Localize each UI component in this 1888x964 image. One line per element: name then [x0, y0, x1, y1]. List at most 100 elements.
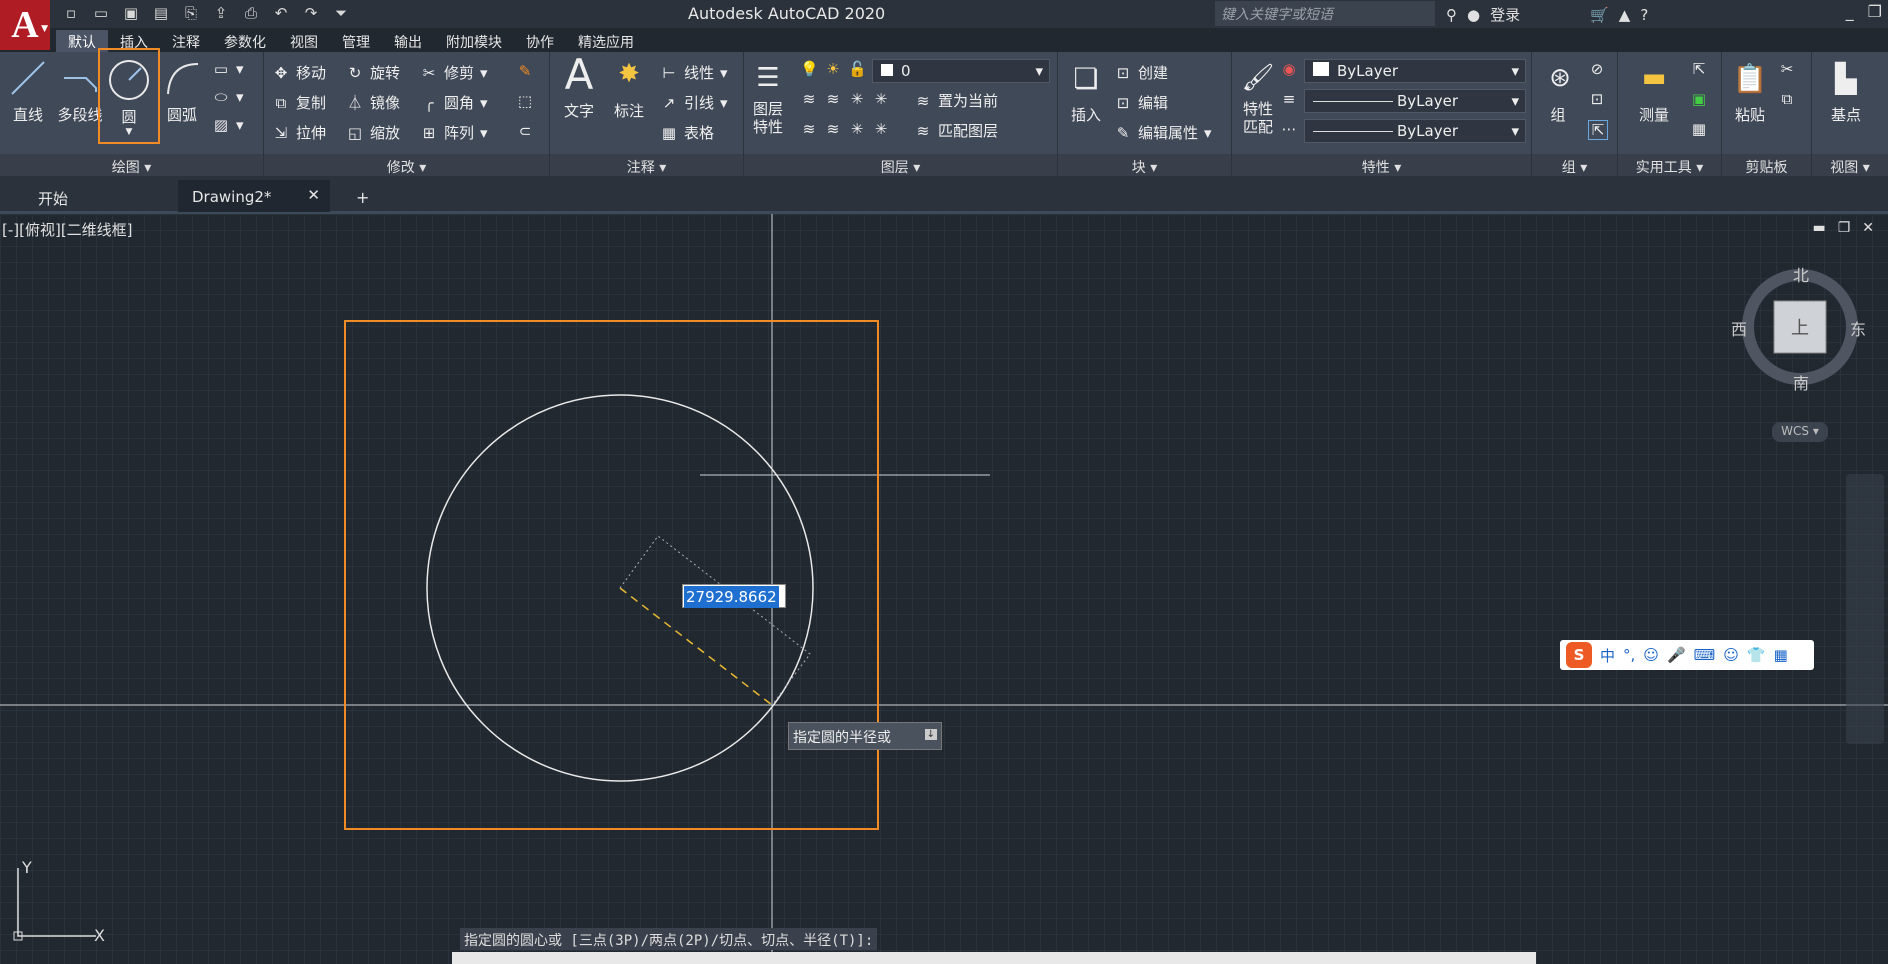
- command-input[interactable]: [452, 952, 1536, 964]
- punctuation-icon[interactable]: °,: [1623, 646, 1635, 664]
- compass-west[interactable]: 西: [1731, 316, 1747, 340]
- tab-manage[interactable]: 管理: [330, 30, 382, 52]
- layer-tools-row1[interactable]: ≋ ≋ ✳ ✳: [800, 90, 890, 108]
- tab-addins[interactable]: 附加模块: [434, 30, 514, 52]
- open-icon[interactable]: ▭: [90, 4, 112, 22]
- edit-block-button[interactable]: ⊡ 编辑: [1114, 92, 1168, 113]
- line-tool[interactable]: 直线: [6, 56, 50, 125]
- redo-icon[interactable]: ↷: [300, 4, 322, 22]
- skin-icon[interactable]: 👕: [1747, 646, 1766, 664]
- new-icon[interactable]: ▫: [60, 4, 82, 22]
- keyboard-icon[interactable]: ⌨: [1694, 646, 1716, 664]
- app-menu-arrow-icon[interactable]: ▼: [41, 24, 48, 34]
- tab-parametric[interactable]: 参数化: [212, 30, 278, 52]
- measure-tool[interactable]: ▬ 测量: [1624, 56, 1684, 125]
- leader-tool[interactable]: ↗ 引线 ▾: [660, 92, 728, 113]
- lineweight-icon-button[interactable]: ≡: [1280, 90, 1298, 108]
- color-wheel-button[interactable]: ◉: [1280, 60, 1298, 78]
- copy-clip-button[interactable]: ⧉: [1778, 90, 1796, 108]
- clipboard-panel-label[interactable]: 剪贴板: [1722, 154, 1811, 176]
- tab-start[interactable]: 开始: [24, 180, 180, 212]
- trim-tool[interactable]: ✂ 修剪 ▾: [420, 62, 488, 83]
- layer-properties-tool[interactable]: ☰ 图层 特性: [746, 56, 790, 136]
- import-icon[interactable]: ⎘: [180, 4, 202, 22]
- viewcube-top-face[interactable]: 上: [1791, 314, 1809, 340]
- compass-north[interactable]: 北: [1793, 262, 1809, 286]
- binoculars-icon[interactable]: ⚲: [1446, 6, 1457, 24]
- ime-mode[interactable]: 中: [1600, 645, 1615, 666]
- fillet-tool[interactable]: ╭ 圆角 ▾: [420, 92, 487, 113]
- ungroup-button[interactable]: ⊘: [1588, 60, 1606, 78]
- scale-tool[interactable]: ◱ 缩放: [346, 122, 400, 143]
- group-select-button[interactable]: ⇱: [1588, 120, 1608, 140]
- hatch-tool[interactable]: ▨ ▾: [212, 116, 244, 134]
- layers-panel-label[interactable]: 图层 ▾: [744, 154, 1057, 176]
- dynamic-input-field[interactable]: 27929.8662: [682, 584, 786, 608]
- search-input[interactable]: 键入关键字或短语: [1215, 1, 1435, 26]
- text-tool[interactable]: A 文字: [556, 50, 602, 121]
- linear-tool[interactable]: ⊢ 线性 ▾: [660, 62, 727, 83]
- cart-icon[interactable]: 🛒: [1590, 6, 1609, 24]
- lineweight-dropdown[interactable]: ByLayer ▾: [1304, 119, 1526, 143]
- tab-annotate[interactable]: 注释: [160, 30, 212, 52]
- circle-tool[interactable]: 圆 ▼: [98, 48, 160, 144]
- help-icon[interactable]: ?: [1640, 6, 1648, 24]
- paste-tool[interactable]: 📋 粘贴: [1726, 56, 1774, 125]
- 3d-tool[interactable]: ⬚: [516, 92, 534, 110]
- arc-tool[interactable]: 圆弧: [160, 56, 204, 125]
- stretch-tool[interactable]: ⇲ 拉伸: [272, 122, 326, 143]
- user-icon[interactable]: ☺: [1723, 646, 1739, 664]
- layer-dropdown[interactable]: 0 ▾: [872, 59, 1050, 83]
- set-current-button[interactable]: ≋ 置为当前: [914, 90, 998, 111]
- array-tool[interactable]: ⊞ 阵列 ▾: [420, 122, 488, 143]
- draw-panel-label[interactable]: 绘图 ▾: [0, 154, 263, 176]
- linetype-icon-button[interactable]: ⋯: [1280, 120, 1298, 138]
- tab-collaborate[interactable]: 协作: [514, 30, 566, 52]
- minimize-icon[interactable]: _: [1846, 2, 1854, 21]
- annotation-panel-label[interactable]: 注释 ▾: [550, 154, 743, 176]
- layer-tools-row2[interactable]: ≋ ≋ ✳ ✳: [800, 120, 890, 138]
- autodesk-icon[interactable]: ▲: [1619, 6, 1631, 24]
- print-icon[interactable]: ⎙: [240, 4, 262, 22]
- move-tool[interactable]: ✥ 移动: [272, 62, 326, 83]
- circle-dropdown-icon[interactable]: ▼: [100, 127, 158, 137]
- restore-icon[interactable]: ❐: [1868, 2, 1882, 21]
- rectangle-tool[interactable]: ▭ ▾: [212, 60, 244, 78]
- erase-tool[interactable]: ✎: [516, 62, 534, 80]
- select-tool-button[interactable]: ⇱: [1690, 60, 1708, 78]
- arrow-down-icon[interactable]: ↓: [924, 729, 937, 740]
- grid-icon[interactable]: ▦: [1774, 646, 1788, 664]
- edit-attributes-button[interactable]: ✎ 编辑属性 ▾: [1114, 122, 1212, 143]
- export-icon[interactable]: ⇪: [210, 4, 232, 22]
- undo-icon[interactable]: ↶: [270, 4, 292, 22]
- match-layer-button[interactable]: ≋ 匹配图层: [914, 120, 998, 141]
- microphone-icon[interactable]: 🎤: [1667, 646, 1686, 664]
- block-panel-label[interactable]: 块 ▾: [1058, 154, 1231, 176]
- close-icon[interactable]: ✕: [307, 186, 320, 204]
- mirror-tool[interactable]: ⏃ 镜像: [346, 92, 400, 113]
- view-panel-label[interactable]: 视图 ▾: [1812, 154, 1888, 176]
- wcs-menu[interactable]: WCS ▾: [1772, 422, 1828, 442]
- navigation-bar[interactable]: [1846, 474, 1884, 744]
- base-point-tool[interactable]: ▙ 基点: [1816, 56, 1876, 125]
- compass-south[interactable]: 南: [1793, 370, 1809, 394]
- qat-dropdown-icon[interactable]: ⏷: [330, 4, 352, 22]
- table-tool[interactable]: ▦ 表格: [660, 122, 714, 143]
- copy-tool[interactable]: ⧉ 复制: [272, 92, 326, 113]
- viewcube[interactable]: 北 南 东 西 上: [1731, 262, 1866, 394]
- linetype-dropdown[interactable]: ByLayer ▾: [1304, 89, 1526, 113]
- tab-view[interactable]: 视图: [278, 30, 330, 52]
- groups-panel-label[interactable]: 组 ▾: [1532, 154, 1617, 176]
- group-edit-button[interactable]: ⊡: [1588, 90, 1606, 108]
- layer-state-icons[interactable]: 💡 ☀ 🔓: [800, 60, 867, 78]
- color-dropdown[interactable]: ByLayer ▾: [1304, 59, 1526, 83]
- ellipse-tool[interactable]: ⬭ ▾: [212, 88, 244, 106]
- login-button[interactable]: 登录: [1490, 4, 1520, 25]
- tab-output[interactable]: 输出: [382, 30, 434, 52]
- save-icon[interactable]: ▣: [120, 4, 142, 22]
- utilities-panel-label[interactable]: 实用工具 ▾: [1618, 154, 1721, 176]
- rotate-tool[interactable]: ↻ 旋转: [346, 62, 400, 83]
- insert-block-tool[interactable]: ❏ 插入: [1062, 56, 1110, 125]
- tab-drawing2[interactable]: Drawing2* ✕: [178, 180, 330, 212]
- emoji-icon[interactable]: ☺: [1643, 646, 1659, 664]
